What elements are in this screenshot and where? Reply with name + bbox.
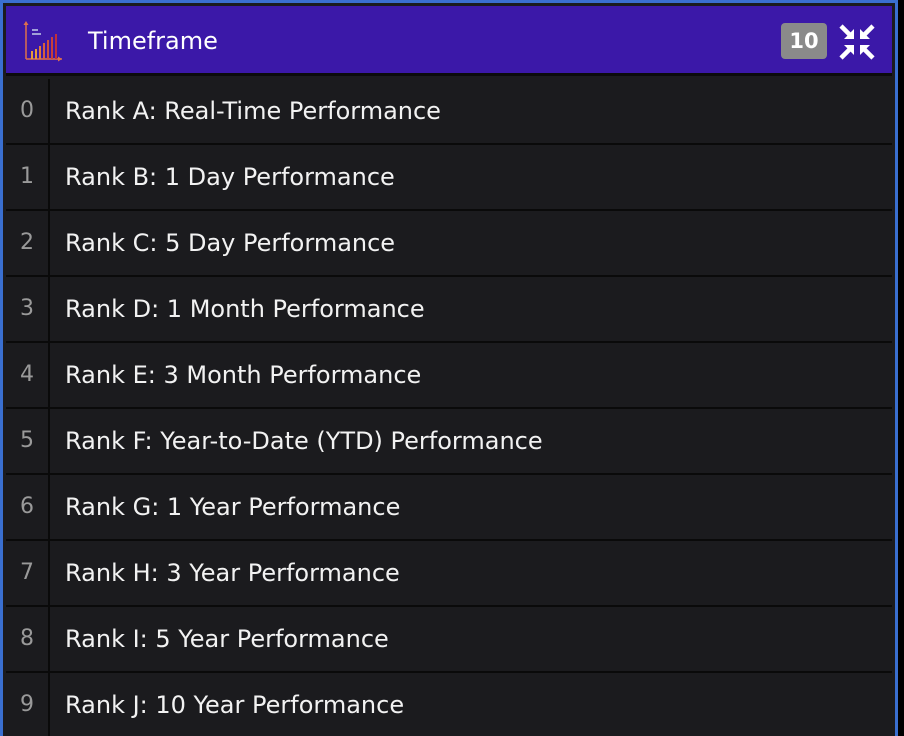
timeframe-panel: Timeframe 10 0 Rank A: Real-Time Performa… <box>0 0 898 736</box>
list-item[interactable]: 7 Rank H: 3 Year Performance <box>6 541 892 607</box>
panel-title: Timeframe <box>88 27 218 55</box>
row-index: 5 <box>6 409 50 473</box>
row-index: 6 <box>6 475 50 539</box>
panel-header: Timeframe 10 <box>6 6 892 76</box>
list-item[interactable]: 5 Rank F: Year-to-Date (YTD) Performance <box>6 409 892 475</box>
row-index: 4 <box>6 343 50 407</box>
timeframe-list: 0 Rank A: Real-Time Performance 1 Rank B: 1… <box>6 79 892 736</box>
row-index: 9 <box>6 673 50 736</box>
row-label: Rank C: 5 Day Performance <box>65 229 396 257</box>
row-index: 8 <box>6 607 50 671</box>
list-item[interactable]: 1 Rank B: 1 Day Performance <box>6 145 892 211</box>
row-label: Rank H: 3 Year Performance <box>65 559 400 587</box>
row-label: Rank D: 1 Month Performance <box>65 295 425 323</box>
bar-chart-icon <box>20 19 64 63</box>
row-index: 1 <box>6 145 50 209</box>
list-item[interactable]: 6 Rank G: 1 Year Performance <box>6 475 892 541</box>
list-item[interactable]: 3 Rank D: 1 Month Performance <box>6 277 892 343</box>
list-item[interactable]: 9 Rank J: 10 Year Performance <box>6 673 892 736</box>
item-count-badge: 10 <box>781 23 827 59</box>
row-label: Rank A: Real-Time Performance <box>65 97 441 125</box>
row-index: 0 <box>6 79 50 143</box>
row-label: Rank B: 1 Day Performance <box>65 163 395 191</box>
row-label: Rank E: 3 Month Performance <box>65 361 422 389</box>
row-index: 7 <box>6 541 50 605</box>
list-item[interactable]: 8 Rank I: 5 Year Performance <box>6 607 892 673</box>
row-label: Rank G: 1 Year Performance <box>65 493 401 521</box>
row-index: 2 <box>6 211 50 275</box>
row-label: Rank I: 5 Year Performance <box>65 625 389 653</box>
row-label: Rank F: Year-to-Date (YTD) Performance <box>65 427 543 455</box>
row-label: Rank J: 10 Year Performance <box>65 691 405 719</box>
row-index: 3 <box>6 277 50 341</box>
list-item[interactable]: 4 Rank E: 3 Month Performance <box>6 343 892 409</box>
list-item[interactable]: 2 Rank C: 5 Day Performance <box>6 211 892 277</box>
list-item[interactable]: 0 Rank A: Real-Time Performance <box>6 79 892 145</box>
collapse-arrows-icon[interactable] <box>838 23 876 61</box>
